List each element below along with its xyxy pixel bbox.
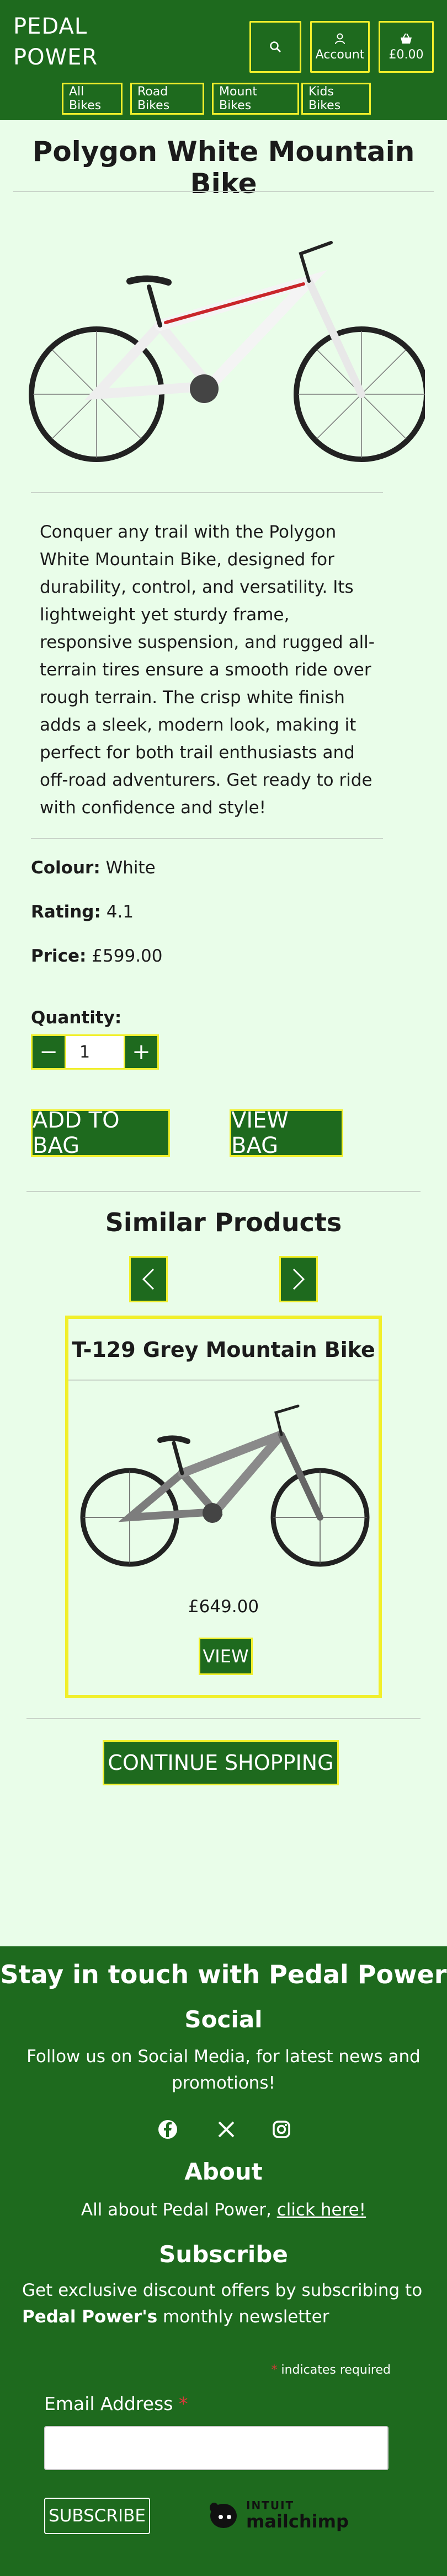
email-label-text: Email Address xyxy=(44,2393,179,2414)
about-text: All about Pedal Power, click here! xyxy=(0,2197,447,2223)
about-link[interactable]: click here! xyxy=(277,2200,366,2220)
account-button[interactable]: Account xyxy=(310,21,370,73)
mailchimp-line1: INTUIT xyxy=(246,2499,295,2512)
required-note-text: indicates required xyxy=(277,2363,391,2377)
cart-button[interactable]: £0.00 xyxy=(379,21,434,73)
x-icon[interactable] xyxy=(215,2118,237,2140)
nav-all-bikes[interactable]: All Bikes xyxy=(62,83,123,115)
colour-row: Colour: White xyxy=(31,858,156,878)
brand-line-2: POWER xyxy=(13,45,98,70)
product-title: Polygon White Mountain Bike xyxy=(32,136,415,200)
price-value: £599.00 xyxy=(92,946,163,966)
price-label: Price: xyxy=(31,946,87,966)
site-header: PEDAL POWER Account £0.00 All Bikes Road… xyxy=(0,0,447,120)
social-text: Follow us on Social Media, for latest ne… xyxy=(26,2047,421,2093)
card-divider xyxy=(68,1380,379,1381)
footer-heading: Stay in touch with Pedal Power xyxy=(0,1960,447,1989)
similar-product-price: £649.00 xyxy=(188,1597,259,1617)
similar-product-image xyxy=(80,1404,370,1567)
price-row: Price: £599.00 xyxy=(31,946,163,966)
mailchimp-line2: mailchimp xyxy=(246,2511,349,2532)
social-heading: Social xyxy=(184,2006,263,2033)
subscribe-button[interactable]: SUBSCRIBE xyxy=(44,2498,150,2534)
rating-label: Rating: xyxy=(31,902,101,922)
quantity-stepper: − 1 + xyxy=(31,1034,159,1070)
quantity-input[interactable]: 1 xyxy=(66,1034,124,1070)
add-to-bag-button[interactable]: ADD TO BAG xyxy=(31,1108,170,1158)
email-field[interactable] xyxy=(44,2426,389,2470)
increment-button[interactable]: + xyxy=(124,1034,159,1070)
chevron-right-icon xyxy=(292,1268,305,1290)
brand-line-1: PEDAL xyxy=(13,14,88,39)
divider xyxy=(13,191,434,192)
brand-logo[interactable]: PEDAL POWER xyxy=(13,11,98,73)
about-heading: About xyxy=(184,2158,263,2185)
email-required-asterisk: * xyxy=(178,2393,188,2414)
chevron-left-icon xyxy=(142,1268,155,1290)
rating-value: 4.1 xyxy=(106,902,134,922)
continue-shopping-button[interactable]: CONTINUE SHOPPING xyxy=(103,1740,339,1785)
similar-products-heading: Similar Products xyxy=(105,1208,342,1237)
divider xyxy=(31,838,383,839)
user-icon xyxy=(335,33,345,44)
decrement-button[interactable]: − xyxy=(31,1034,66,1070)
basket-icon xyxy=(401,33,412,44)
subscribe-text-bold: Pedal Power's xyxy=(22,2307,158,2327)
mailchimp-icon xyxy=(210,2503,237,2528)
facebook-icon[interactable] xyxy=(157,2118,179,2140)
quantity-label: Quantity: xyxy=(31,1008,122,1028)
view-bag-button[interactable]: VIEW BAG xyxy=(230,1108,343,1158)
account-label: Account xyxy=(315,47,365,62)
colour-label: Colour: xyxy=(31,858,100,878)
carousel-next-button[interactable] xyxy=(279,1256,318,1302)
divider xyxy=(31,492,383,493)
subscribe-text-line1: Get exclusive discount offers by subscri… xyxy=(22,2280,423,2300)
product-image xyxy=(29,241,425,462)
subscribe-text: Get exclusive discount offers by subscri… xyxy=(22,2277,425,2330)
instagram-icon[interactable] xyxy=(270,2118,292,2140)
required-note: * indicates required xyxy=(272,2363,391,2377)
subscribe-heading: Subscribe xyxy=(159,2241,288,2268)
divider xyxy=(26,1191,421,1192)
mailchimp-badge[interactable]: INTUIT mailchimp xyxy=(205,2496,349,2535)
search-icon xyxy=(270,41,281,53)
divider xyxy=(26,1718,421,1719)
rating-row: Rating: 4.1 xyxy=(31,902,134,922)
product-description: Conquer any trail with the Polygon White… xyxy=(40,522,375,818)
similar-product-title: T-129 Grey Mountain Bike xyxy=(72,1338,375,1362)
required-asterisk: * xyxy=(271,2363,278,2377)
similar-product-view-button[interactable]: VIEW xyxy=(199,1638,253,1675)
carousel-prev-button[interactable] xyxy=(129,1256,168,1302)
subscribe-text-rest: monthly newsletter xyxy=(157,2307,329,2327)
cart-total: £0.00 xyxy=(389,47,424,62)
nav-kids-bikes[interactable]: Kids Bikes xyxy=(301,83,371,115)
similar-product-card: T-129 Grey Mountain Bike £649.00 VIEW xyxy=(65,1316,382,1698)
nav-mount-bikes[interactable]: Mount Bikes xyxy=(212,83,299,115)
colour-value: White xyxy=(105,858,156,878)
about-text-label: All about Pedal Power, xyxy=(81,2200,277,2220)
email-label: Email Address * xyxy=(44,2393,188,2414)
subscribe-text-line2: Pedal Power's monthly newsletter xyxy=(22,2304,425,2330)
search-button[interactable] xyxy=(249,21,301,73)
nav-road-bikes[interactable]: Road Bikes xyxy=(130,83,204,115)
